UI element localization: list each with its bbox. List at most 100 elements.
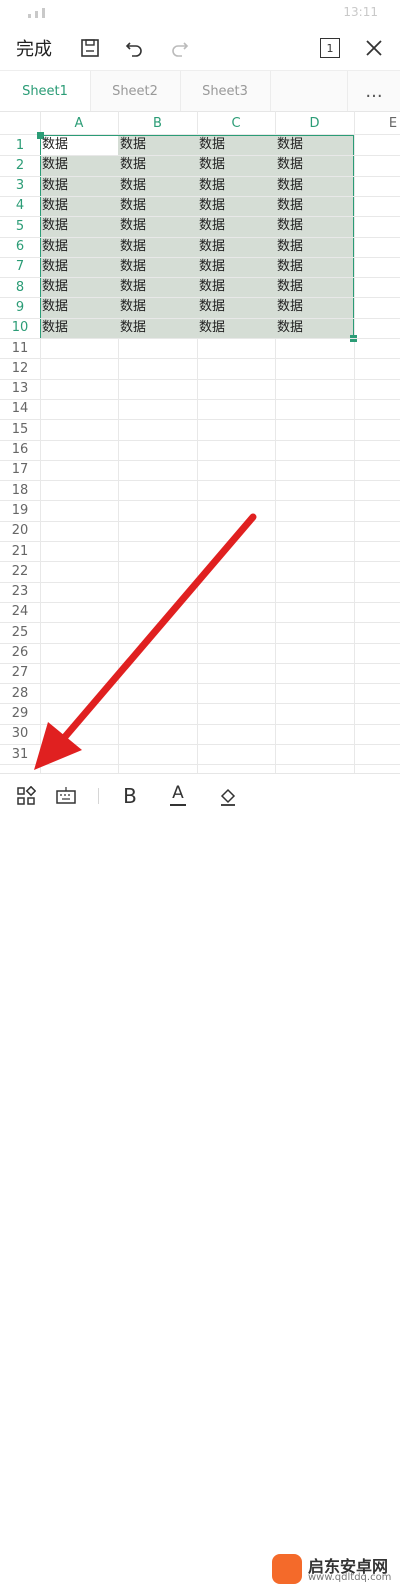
row-header[interactable]: 29: [0, 703, 40, 723]
table-cell[interactable]: 数据: [118, 297, 197, 317]
table-cell[interactable]: 数据: [275, 176, 354, 196]
tools-grid-icon[interactable]: [6, 774, 46, 817]
row-gridline: [0, 480, 400, 482]
row-header[interactable]: 11: [0, 338, 40, 358]
table-cell[interactable]: 数据: [118, 196, 197, 216]
table-cell[interactable]: 数据: [275, 196, 354, 216]
row-header[interactable]: 25: [0, 622, 40, 642]
row-header[interactable]: 27: [0, 663, 40, 683]
table-cell[interactable]: 数据: [275, 318, 354, 338]
table-cell[interactable]: 数据: [40, 277, 118, 297]
table-cell[interactable]: 数据: [118, 155, 197, 175]
row-header[interactable]: 12: [0, 358, 40, 378]
fill-color-icon[interactable]: [208, 774, 248, 817]
column-header-e[interactable]: E: [354, 111, 400, 135]
table-cell[interactable]: 数据: [118, 237, 197, 257]
row-header[interactable]: 28: [0, 683, 40, 703]
more-icon[interactable]: ...: [347, 71, 400, 111]
row-header[interactable]: 5: [0, 216, 40, 236]
font-color-button[interactable]: A: [158, 774, 198, 817]
table-cell[interactable]: 数据: [197, 257, 275, 277]
row-header[interactable]: 15: [0, 419, 40, 439]
row-header[interactable]: 18: [0, 480, 40, 500]
row-header[interactable]: 3: [0, 176, 40, 196]
row-header[interactable]: 4: [0, 196, 40, 216]
column-header-b[interactable]: B: [118, 111, 197, 135]
table-cell[interactable]: 数据: [197, 176, 275, 196]
row-header[interactable]: 23: [0, 582, 40, 602]
table-cell[interactable]: 数据: [118, 318, 197, 338]
row-header[interactable]: 7: [0, 257, 40, 277]
row-gridline: [0, 175, 400, 177]
table-cell[interactable]: 数据: [118, 176, 197, 196]
table-cell[interactable]: 数据: [275, 237, 354, 257]
row-header[interactable]: 24: [0, 602, 40, 622]
row-header[interactable]: 21: [0, 541, 40, 561]
table-cell[interactable]: 数据: [40, 176, 118, 196]
row-header[interactable]: 2: [0, 155, 40, 175]
undo-icon[interactable]: [116, 26, 152, 70]
table-cell[interactable]: 数据: [40, 155, 118, 175]
table-cell[interactable]: 数据: [275, 257, 354, 277]
row-header[interactable]: 16: [0, 440, 40, 460]
column-gridline: [354, 111, 355, 773]
row-header[interactable]: 14: [0, 399, 40, 419]
table-cell[interactable]: 数据: [197, 277, 275, 297]
row-header[interactable]: 19: [0, 500, 40, 520]
table-cell[interactable]: 数据: [40, 257, 118, 277]
done-button[interactable]: 完成: [16, 26, 66, 70]
table-cell[interactable]: 数据: [275, 135, 354, 155]
table-cell[interactable]: 数据: [197, 237, 275, 257]
row-header[interactable]: 13: [0, 379, 40, 399]
spreadsheet-grid[interactable]: A B C D E 1 数据 数据 数据 数据 2 数据 数据 数据 数据 3 数据 数据 数据 数据 4 数据…: [0, 111, 400, 773]
row-header[interactable]: 6: [0, 237, 40, 257]
row-header[interactable]: 17: [0, 460, 40, 480]
row-header[interactable]: 10: [0, 318, 40, 338]
row-header[interactable]: 30: [0, 724, 40, 744]
table-cell[interactable]: 数据: [197, 318, 275, 338]
table-cell[interactable]: 数据: [40, 237, 118, 257]
close-icon[interactable]: [356, 26, 392, 70]
tab-sheet1[interactable]: Sheet1: [0, 71, 91, 111]
save-icon[interactable]: [72, 26, 108, 70]
row-gridline: [0, 378, 400, 380]
table-cell[interactable]: 数据: [40, 135, 118, 155]
table-cell[interactable]: 数据: [40, 297, 118, 317]
row-header[interactable]: 9: [0, 297, 40, 317]
keyboard-icon[interactable]: [46, 774, 86, 817]
table-cell[interactable]: 数据: [197, 196, 275, 216]
row-gridline: [0, 155, 400, 157]
column-header-d[interactable]: D: [275, 111, 354, 135]
row-header[interactable]: 1: [0, 135, 40, 155]
table-cell[interactable]: 数据: [197, 297, 275, 317]
table-cell[interactable]: 数据: [40, 216, 118, 236]
redo-icon[interactable]: [162, 26, 198, 70]
page-count: 1: [320, 38, 340, 58]
tab-sheet3[interactable]: Sheet3: [180, 71, 271, 111]
row-header[interactable]: 22: [0, 561, 40, 581]
table-cell[interactable]: 数据: [118, 277, 197, 297]
row-header[interactable]: 20: [0, 521, 40, 541]
table-cell[interactable]: 数据: [275, 216, 354, 236]
row-header[interactable]: 26: [0, 643, 40, 663]
table-cell[interactable]: 数据: [40, 196, 118, 216]
table-cell[interactable]: 数据: [275, 155, 354, 175]
tab-sheet2[interactable]: Sheet2: [90, 71, 181, 111]
table-cell[interactable]: 数据: [275, 277, 354, 297]
table-cell[interactable]: 数据: [118, 216, 197, 236]
column-header-a[interactable]: A: [40, 111, 118, 135]
table-cell[interactable]: 数据: [197, 216, 275, 236]
row-gridline: [0, 358, 400, 360]
table-cell[interactable]: 数据: [275, 297, 354, 317]
bold-button[interactable]: B: [110, 774, 150, 817]
table-cell[interactable]: 数据: [40, 318, 118, 338]
row-header[interactable]: 8: [0, 277, 40, 297]
page-count-icon[interactable]: 1: [312, 26, 348, 70]
table-cell[interactable]: 数据: [197, 135, 275, 155]
table-cell[interactable]: 数据: [118, 257, 197, 277]
row-gridline: [0, 338, 400, 339]
column-header-c[interactable]: C: [197, 111, 275, 135]
table-cell[interactable]: 数据: [118, 135, 197, 155]
row-header[interactable]: 31: [0, 744, 40, 764]
table-cell[interactable]: 数据: [197, 155, 275, 175]
